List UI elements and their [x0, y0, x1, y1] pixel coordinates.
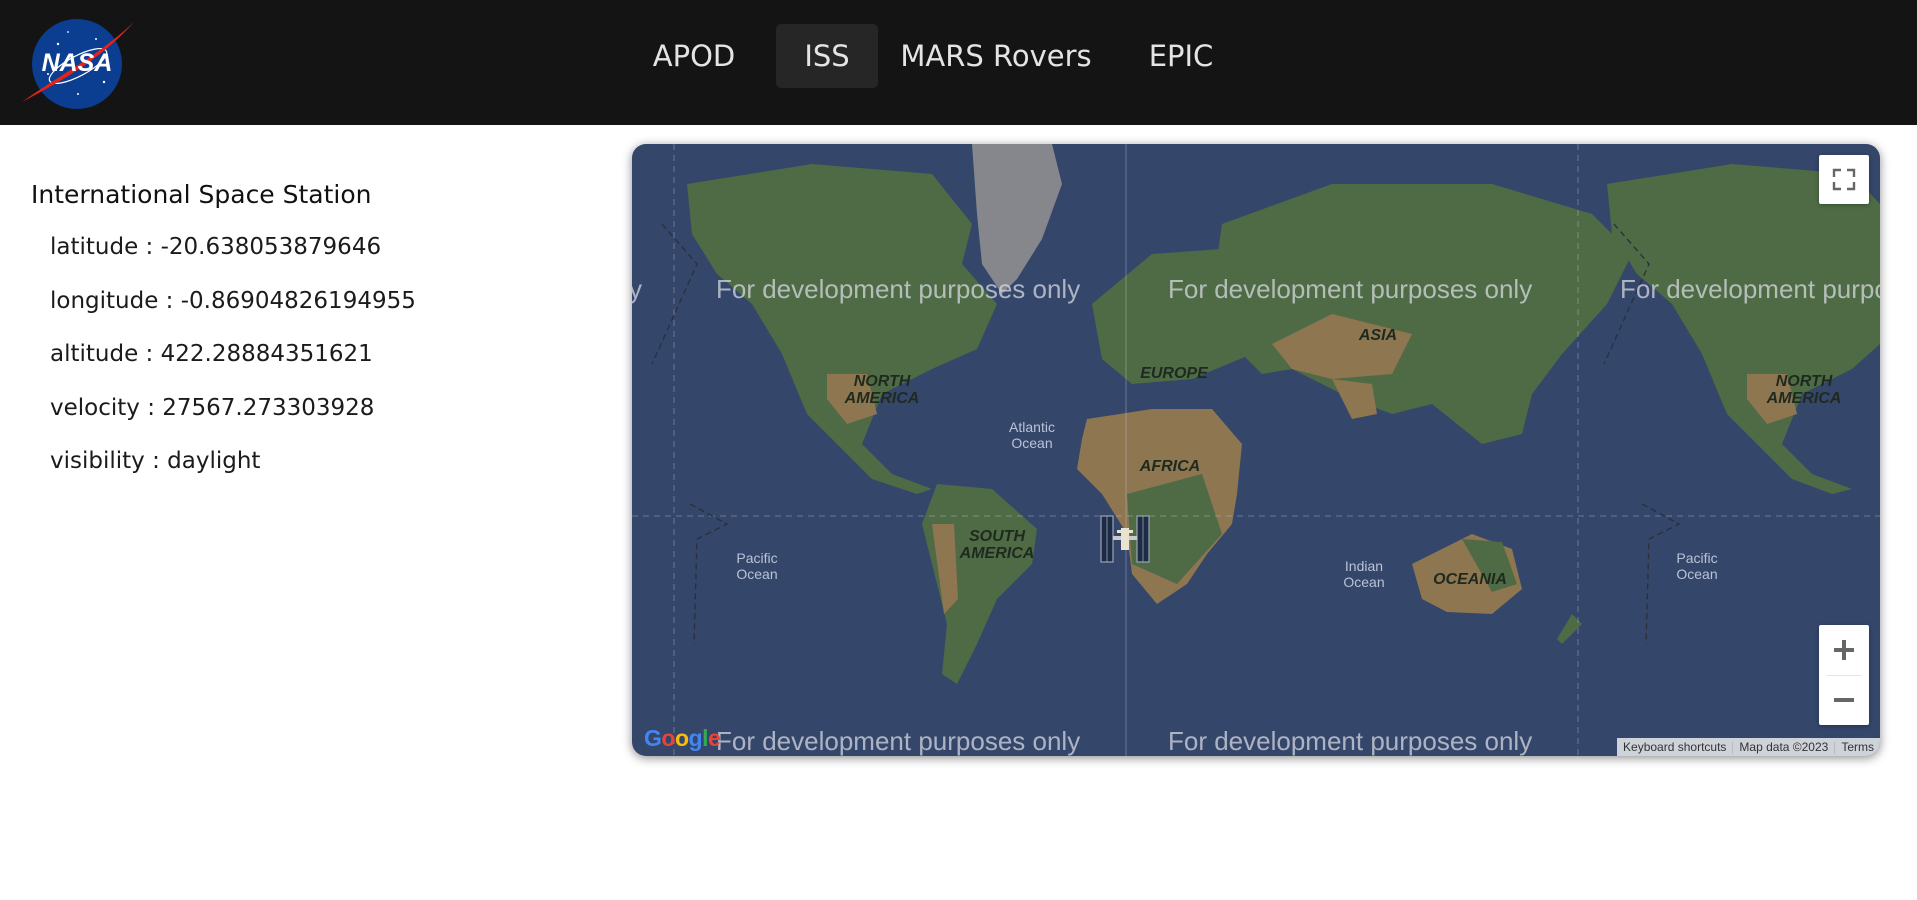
keyboard-shortcuts-link[interactable]: Keyboard shortcuts	[1617, 740, 1732, 754]
dev-watermark: For development purposes only	[1168, 274, 1533, 304]
label-south-america: SOUTH AMERICA	[959, 528, 1035, 562]
label-asia: ASIA	[1358, 327, 1398, 344]
label-north-america: NORTH AMERICA	[844, 373, 920, 407]
land-masses	[687, 144, 1880, 684]
dev-watermark: y	[632, 274, 642, 304]
label-atlantic-ocean: Atlantic Ocean	[1009, 419, 1055, 451]
fullscreen-icon	[1832, 168, 1856, 191]
label-north-america: NORTH AMERICA	[1766, 373, 1842, 407]
label-pacific-ocean: Pacific Ocean	[1676, 550, 1718, 582]
zoom-in-button[interactable]	[1819, 625, 1869, 675]
nav-mars-rovers[interactable]: MARS Rovers	[896, 24, 1096, 88]
zoom-controls	[1819, 625, 1869, 725]
dev-watermark: For development purposes only	[716, 274, 1081, 304]
world-map-tiles[interactable]	[632, 144, 1880, 756]
minus-icon	[1834, 698, 1854, 702]
dev-watermark: For development purposes only	[1620, 274, 1880, 304]
iss-visibility: visibility : daylight	[50, 448, 261, 474]
map-data-text: Map data ©2023	[1739, 740, 1829, 754]
label-pacific-ocean: Pacific Ocean	[736, 550, 778, 582]
label-indian-ocean: Indian Ocean	[1343, 558, 1385, 590]
label-europe: EUROPE	[1140, 365, 1208, 382]
top-navbar: NASA APOD ISS MARS Rovers EPIC	[0, 0, 1917, 125]
fullscreen-button[interactable]	[1819, 155, 1869, 204]
iss-longitude: longitude : -0.86904826194955	[50, 287, 416, 314]
iss-info-panel: International Space Station latitude : -…	[31, 178, 591, 498]
nav-iss[interactable]: ISS	[776, 24, 878, 88]
iss-altitude: altitude : 422.28884351621	[50, 341, 373, 367]
dev-watermark: For development purposes only	[1168, 726, 1533, 756]
zoom-out-button[interactable]	[1819, 675, 1869, 725]
dev-watermark: For development purposes only	[716, 726, 1081, 756]
map-attribution: Keyboard shortcuts Map data ©2023 Terms	[1617, 738, 1880, 756]
iss-map[interactable]: y For development purposes only For deve…	[632, 144, 1880, 756]
iss-title: International Space Station	[31, 180, 372, 209]
nav-apod[interactable]: APOD	[640, 24, 748, 88]
terms-link[interactable]: Terms	[1835, 740, 1880, 754]
google-logo[interactable]: Google	[644, 725, 721, 752]
iss-latitude: latitude : -20.638053879646	[50, 234, 382, 260]
nav-epic[interactable]: EPIC	[1136, 24, 1226, 88]
plus-icon	[1834, 640, 1854, 660]
label-africa: AFRICA	[1139, 458, 1201, 475]
iss-velocity: velocity : 27567.273303928	[50, 394, 375, 421]
label-oceania: OCEANIA	[1433, 571, 1507, 588]
iss-icon[interactable]	[1099, 514, 1151, 564]
main-nav: APOD ISS MARS Rovers EPIC	[0, 24, 1917, 88]
